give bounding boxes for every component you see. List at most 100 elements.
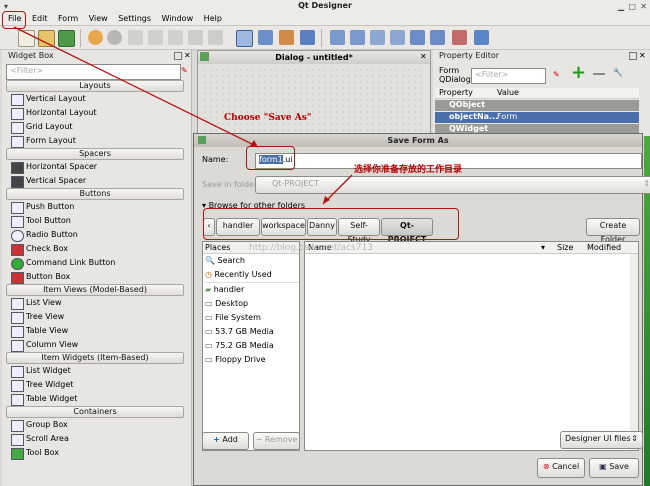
drive-icon: ▭ — [205, 327, 213, 336]
undo-icon[interactable] — [88, 30, 103, 45]
splitter-horizontal-icon[interactable] — [370, 30, 385, 45]
float-icon[interactable] — [629, 52, 637, 60]
widget-table-widget[interactable]: Table Widget — [6, 392, 184, 406]
scrollbar[interactable] — [630, 254, 638, 450]
col-modified[interactable]: Modified — [587, 242, 621, 253]
annotation-path-box — [203, 208, 459, 240]
add-dynamic-property-icon[interactable]: + — [571, 64, 589, 82]
section-item-widgets[interactable]: Item Widgets (Item-Based) — [6, 352, 184, 364]
widget-grid-layout[interactable]: Grid Layout — [6, 120, 184, 134]
save-in-label: Save in folder: — [202, 180, 260, 189]
close-icon[interactable]: ✕ — [184, 51, 191, 60]
widget-vertical-layout[interactable]: Vertical Layout — [6, 92, 184, 106]
widget-push-button[interactable]: Push Button — [6, 200, 184, 214]
property-filter-input[interactable]: <Filter> — [471, 68, 546, 84]
vertical-spacer-icon — [11, 176, 24, 188]
section-layouts[interactable]: Layouts — [6, 80, 184, 92]
redo-icon[interactable] — [107, 30, 122, 45]
place-handler[interactable]: ▰ handler — [205, 282, 299, 297]
menu-view[interactable]: View — [85, 12, 112, 26]
menu-window[interactable]: Window — [158, 12, 198, 26]
section-item-views[interactable]: Item Views (Model-Based) — [6, 284, 184, 296]
section-containers[interactable]: Containers — [6, 406, 184, 418]
widget-tool-box[interactable]: Tool Box — [6, 446, 184, 460]
widget-table-view[interactable]: Table View — [6, 324, 184, 338]
property-editor-title: Property Editor — [439, 51, 500, 60]
widget-filter-input[interactable]: <Filter> — [6, 64, 181, 80]
splitter-vertical-icon[interactable] — [390, 30, 405, 45]
property-group-qobject[interactable]: QObject — [435, 100, 639, 111]
lower-icon[interactable] — [188, 30, 203, 45]
place-recently-used[interactable]: ◷ Recently Used — [205, 268, 299, 282]
menu-edit[interactable]: Edit — [28, 12, 52, 26]
remove-place-button[interactable]: − Remove — [253, 432, 300, 450]
remove-property-icon[interactable] — [593, 73, 605, 75]
widget-tree-view[interactable]: Tree View — [6, 310, 184, 324]
table-widget-icon — [11, 394, 24, 406]
annotation-file-box — [2, 11, 26, 29]
menu-form[interactable]: Form — [54, 12, 82, 26]
save-form-icon[interactable] — [58, 30, 75, 47]
widget-group-box[interactable]: Group Box — [6, 418, 184, 432]
place-file-system[interactable]: ▭ File System — [205, 311, 299, 325]
edit-tab-order-icon[interactable] — [300, 30, 315, 45]
create-folder-button[interactable]: Create Folder — [586, 218, 640, 244]
menu-settings[interactable]: Settings — [114, 12, 155, 26]
place-media-75[interactable]: ▭ 75.2 GB Media — [205, 339, 299, 353]
form-canvas[interactable] — [202, 67, 426, 133]
property-group-qwidget[interactable]: QWidget — [435, 124, 639, 133]
widget-form-layout[interactable]: Form Layout — [6, 134, 184, 148]
place-search[interactable]: 🔍 Search — [205, 254, 299, 268]
widget-tree-widget[interactable]: Tree Widget — [6, 378, 184, 392]
clear-filter-icon[interactable]: ✎ — [181, 66, 188, 75]
widget-column-view[interactable]: Column View — [6, 338, 184, 352]
widget-list-view[interactable]: List View — [6, 296, 184, 310]
widget-check-box[interactable]: Check Box — [6, 242, 184, 256]
file-list-pane[interactable]: Name ▾ Size Modified http://blog.csdn.ne… — [249, 241, 639, 451]
widget-list-widget[interactable]: List Widget — [6, 364, 184, 378]
save-in-combo[interactable]: Qt-PROJECT ⇕ — [255, 176, 650, 194]
widget-horizontal-spacer[interactable]: Horizontal Spacer — [6, 160, 184, 174]
adjust-size-icon[interactable] — [474, 30, 489, 45]
widget-command-link-button[interactable]: Command Link Button — [6, 256, 184, 270]
file-type-filter[interactable]: Designer UI files ⇕ — [560, 431, 643, 449]
floppy-icon: ▭ — [205, 355, 213, 364]
paste-icon[interactable] — [168, 30, 183, 45]
widget-radio-button[interactable]: Radio Button — [6, 228, 184, 242]
open-form-icon[interactable] — [38, 30, 55, 47]
place-floppy[interactable]: ▭ Floppy Drive — [205, 353, 299, 367]
save-button[interactable]: ▣ Save — [589, 458, 639, 478]
copy-icon[interactable] — [148, 30, 163, 45]
lay-out-vertical-icon[interactable] — [350, 30, 365, 45]
widget-scroll-area[interactable]: Scroll Area — [6, 432, 184, 446]
clear-filter-icon[interactable]: ✎ — [553, 70, 560, 79]
edit-buddies-icon[interactable] — [279, 30, 294, 45]
new-form-icon[interactable] — [18, 30, 35, 47]
configure-icon[interactable]: 🔧 — [613, 68, 623, 77]
property-row-objectname[interactable]: objectNa... Form — [435, 112, 639, 123]
place-desktop[interactable]: ▭ Desktop — [205, 297, 299, 311]
edit-signals-icon[interactable] — [258, 30, 273, 45]
widget-vertical-spacer[interactable]: Vertical Spacer — [6, 174, 184, 188]
close-icon[interactable]: ✕ — [420, 52, 427, 61]
lay-out-form-icon[interactable] — [410, 30, 425, 45]
widget-button-box[interactable]: Button Box — [6, 270, 184, 284]
section-buttons[interactable]: Buttons — [6, 188, 184, 200]
cancel-button[interactable]: ⊗ Cancel — [537, 458, 585, 478]
cut-icon[interactable] — [128, 30, 143, 45]
lay-out-grid-icon[interactable] — [430, 30, 445, 45]
add-place-button[interactable]: + Add — [202, 432, 249, 450]
col-size[interactable]: Size — [557, 242, 573, 253]
raise-icon[interactable] — [208, 30, 223, 45]
section-spacers[interactable]: Spacers — [6, 148, 184, 160]
break-layout-icon[interactable] — [452, 30, 467, 45]
edit-widgets-icon[interactable] — [236, 30, 253, 47]
place-media-53[interactable]: ▭ 53.7 GB Media — [205, 325, 299, 339]
float-icon[interactable] — [174, 52, 182, 60]
lay-out-horizontal-icon[interactable] — [330, 30, 345, 45]
close-icon[interactable]: ✕ — [639, 51, 646, 60]
menu-help[interactable]: Help — [200, 12, 226, 26]
plus-icon: + — [213, 435, 220, 444]
widget-tool-button[interactable]: Tool Button — [6, 214, 184, 228]
widget-horizontal-layout[interactable]: Horizontal Layout — [6, 106, 184, 120]
